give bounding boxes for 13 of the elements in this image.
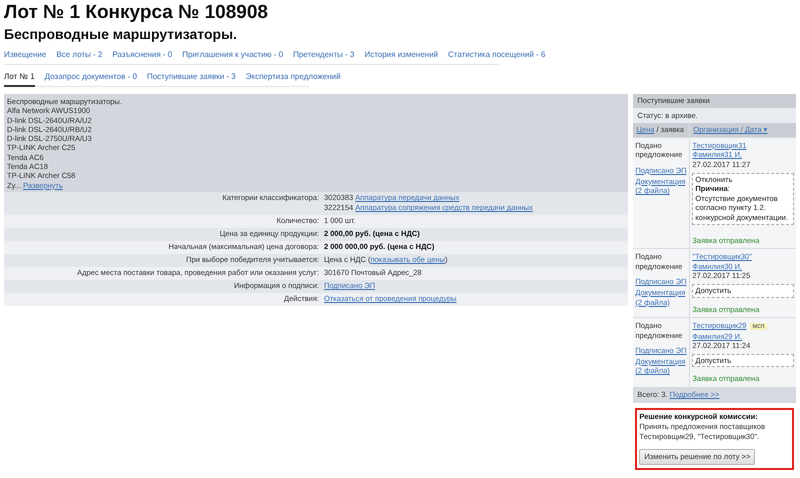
tab[interactable]: Претенденты - 3	[293, 48, 354, 65]
tab[interactable]: Приглашения к участию - 0	[182, 48, 284, 65]
tab[interactable]: Экспертиза предложений	[246, 70, 341, 87]
tab[interactable]: Извещение	[4, 48, 46, 65]
page-title: Лот № 1 Конкурса № 108908	[4, 1, 269, 25]
tab[interactable]: Разъяснения - 0	[112, 48, 172, 65]
tab[interactable]: Статистика посещений - 6	[448, 48, 546, 65]
tab[interactable]: Поступившие заявки - 3	[146, 70, 236, 87]
tab[interactable]: Лот № 1	[4, 70, 35, 87]
page-subtitle: Беспроводные маршрутизаторы.	[4, 25, 238, 43]
tab[interactable]: Дозапрос документов - 0	[44, 70, 137, 87]
tab[interactable]: История изменений	[364, 48, 438, 65]
tab[interactable]: Все лоты - 2	[56, 48, 102, 65]
